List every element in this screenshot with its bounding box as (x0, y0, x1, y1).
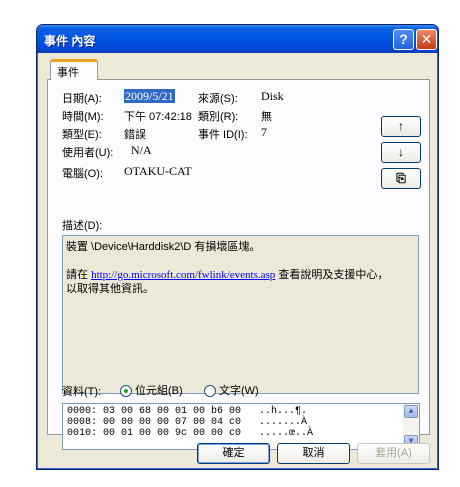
computer-value: OTAKU-CAT (124, 164, 192, 178)
title-bar[interactable]: 事件 內容 ? ✕ (37, 25, 438, 53)
type-label: 類型(E): (62, 129, 102, 141)
radio-bytes[interactable]: 位元組(B) (120, 382, 183, 398)
radio-words[interactable]: 文字(W) (204, 382, 259, 398)
eventid-label: 事件 ID(I): (198, 129, 248, 141)
description-line-2-pre: 請在 (66, 269, 92, 281)
hex-line: 0000: 03 00 68 00 01 00 b6 00 ..h...¶. (67, 406, 308, 417)
time-label: 時間(M): (62, 111, 104, 123)
radio-bytes-label: 位元組(B) (135, 385, 183, 397)
description-line-2: 請在 http://go.microsoft.com/fwlink/events… (66, 268, 415, 282)
arrow-up-icon: ↑ (398, 119, 404, 133)
date-label: 日期(A): (62, 93, 102, 105)
date-value-text: 2009/5/21 (124, 89, 175, 103)
radio-bytes-indicator (120, 385, 132, 398)
next-event-button[interactable]: ↓ (381, 142, 421, 163)
cancel-button[interactable]: 取消 (277, 443, 350, 464)
window-title: 事件 內容 (44, 34, 96, 48)
previous-event-button[interactable]: ↑ (381, 116, 421, 137)
user-label: 使用者(U): (62, 147, 114, 159)
apply-button[interactable]: 套用(A) (357, 443, 430, 464)
ok-button[interactable]: 確定 (197, 443, 270, 464)
source-label: 來源(S): (198, 93, 238, 105)
hex-line: 0008: 00 00 00 00 07 00 04 c0 .......À (67, 417, 308, 428)
event-panel: 日期(A): 2009/5/21 來源(S): Disk 時間(M): 下午 0… (47, 79, 430, 450)
help-link[interactable]: http://go.microsoft.com/fwlink/events.as… (91, 269, 275, 281)
hex-line: 0010: 00 01 00 00 9c 00 00 c0 .....œ..À (67, 428, 314, 439)
user-value: N/A (131, 143, 152, 157)
copy-button[interactable]: ⎘ (381, 168, 421, 189)
category-label: 類別(R): (198, 111, 239, 123)
category-value: 無 (261, 111, 272, 123)
date-value[interactable]: 2009/5/21 (124, 89, 175, 104)
tab-event[interactable]: 事件 (50, 59, 98, 80)
event-properties-dialog: 事件 內容 ? ✕ 事件 日期(A): 2009/5/21 來源(S): Dis… (36, 24, 439, 470)
description-line-1: 裝置 \Device\Harddisk2\D 有損壞區塊。 (66, 241, 261, 253)
scroll-up-icon[interactable]: ▲ (404, 405, 418, 418)
source-value: Disk (261, 89, 284, 103)
data-label: 資料(T): (62, 386, 102, 398)
time-value: 下午 07:42:18 (124, 111, 192, 123)
eventid-value: 7 (261, 125, 267, 139)
type-value: 錯誤 (124, 129, 146, 141)
help-button[interactable]: ? (393, 29, 414, 50)
close-button[interactable]: ✕ (416, 29, 437, 50)
radio-words-label: 文字(W) (219, 385, 259, 397)
arrow-down-icon: ↓ (398, 145, 404, 159)
radio-words-indicator (204, 385, 216, 398)
description-line-2-post: 查看說明及支援中心， (275, 269, 389, 281)
copy-icon: ⎘ (396, 171, 406, 185)
description-label: 描述(D): (62, 220, 103, 232)
computer-label: 電腦(O): (62, 168, 103, 180)
description-line-3: 以取得其他資訊。 (66, 283, 154, 295)
description-box[interactable]: 裝置 \Device\Harddisk2\D 有損壞區塊。 請在 http://… (62, 235, 419, 394)
